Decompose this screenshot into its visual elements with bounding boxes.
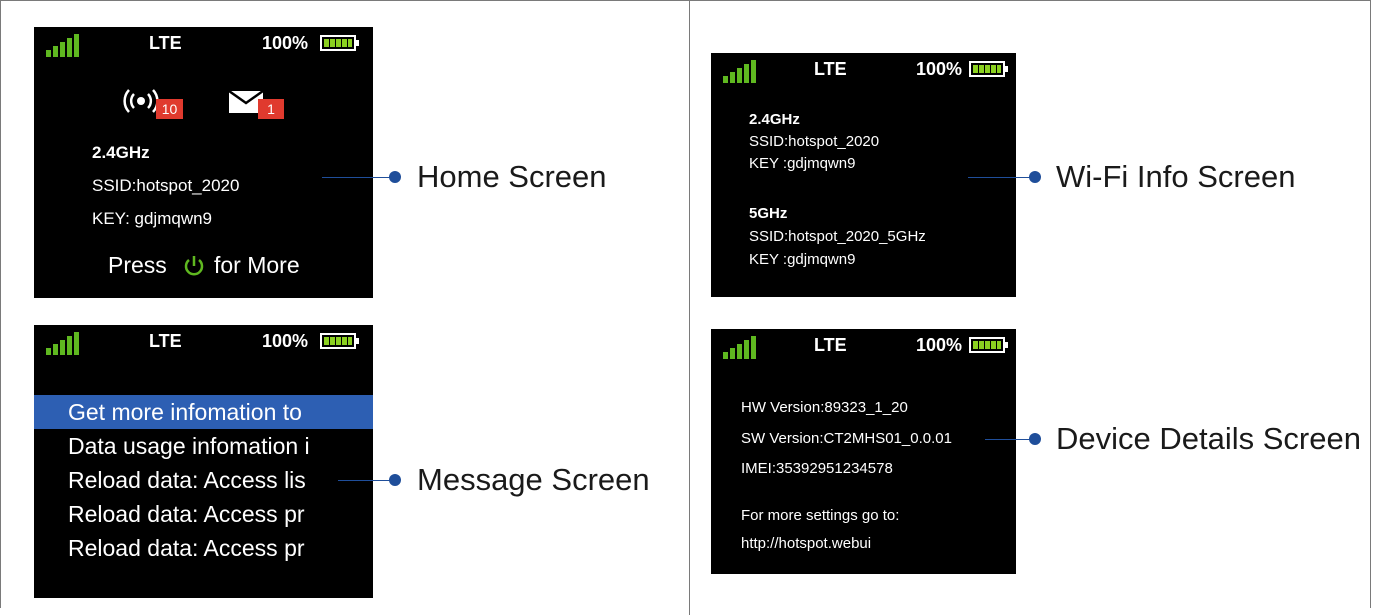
hotspot-icon [123,89,159,113]
band-label: 5GHz [749,205,788,222]
battery-percent: 100% [916,335,963,355]
battery-percent: 100% [262,331,309,351]
message-item[interactable]: Reload data: Access lis [68,467,306,494]
battery-icon [969,61,1008,77]
hw-version-text: HW Version:89323_1_20 [741,399,908,416]
network-type: LTE [814,59,847,79]
key-text: KEY: gdjmqwn9 [92,209,213,228]
message-screen: LTE 100% Get more infomation to Data usa… [34,325,373,598]
message-callout-line [338,480,394,481]
battery-icon [969,337,1008,353]
message-item[interactable]: Reload data: Access pr [68,501,305,528]
status-bar: LTE 100% [34,27,373,57]
device-details-screen-label: Device Details Screen [1056,421,1361,456]
home-callout-line [322,177,394,178]
battery-percent: 100% [916,59,963,79]
key-text: KEY :gdjmqwn9 [749,155,856,172]
ssid-text: SSID:hotspot_2020 [749,133,880,150]
signal-icon [46,34,80,57]
signal-icon [46,332,80,355]
sw-version-text: SW Version:CT2MHS01_0.0.01 [741,430,952,447]
home-callout-dot [389,171,401,183]
power-icon [184,256,204,276]
settings-hint-text: For more settings go to: [741,507,900,524]
battery-icon [320,333,359,349]
signal-icon [723,60,757,83]
wifi-info-screen-label: Wi-Fi Info Screen [1056,159,1296,194]
home-screen-label: Home Screen [417,159,607,194]
ssid-text: SSID:hotspot_2020_5GHz [749,228,926,245]
device-details-screen: LTE 100% HW Version:89323_1_20 SW Versio… [711,329,1016,574]
band-label: 2.4GHz [92,143,150,162]
message-callout-dot [389,474,401,486]
status-bar: LTE 100% [34,325,373,355]
press-suffix: for More [214,252,300,278]
network-type: LTE [814,335,847,355]
network-type: LTE [149,331,182,351]
message-item[interactable]: Get more infomation to [68,399,302,426]
message-item[interactable]: Reload data: Access pr [68,535,305,562]
network-type: LTE [149,33,182,53]
wifi-info-screen: LTE 100% 2.4GHz SSID:hotspot_2020 KEY :g… [711,53,1016,297]
webui-url[interactable]: http://hotspot.webui [741,535,871,552]
column-divider [689,0,690,615]
band-label: 2.4GHz [749,111,800,128]
ssid-text: SSID:hotspot_2020 [92,176,240,195]
status-bar: LTE 100% [711,329,1016,359]
signal-icon [723,336,757,359]
imei-text: IMEI:35392951234578 [741,460,893,477]
status-bar: LTE 100% [711,53,1016,83]
message-count-badge: 1 [258,99,284,119]
battery-percent: 100% [262,33,309,53]
wifi-callout-dot [1029,171,1041,183]
wifi-callout-line [968,177,1034,178]
hotspot-count-badge: 10 [156,99,183,119]
message-item[interactable]: Data usage infomation i [68,433,310,460]
press-prefix: Press [108,252,167,278]
battery-icon [320,35,359,51]
key-text: KEY :gdjmqwn9 [749,251,856,268]
home-screen: LTE 100% 10 1 2.4GHz SSID:hotspot_2020 K… [34,27,373,298]
message-screen-label: Message Screen [417,462,650,497]
device-callout-line [985,439,1034,440]
device-callout-dot [1029,433,1041,445]
